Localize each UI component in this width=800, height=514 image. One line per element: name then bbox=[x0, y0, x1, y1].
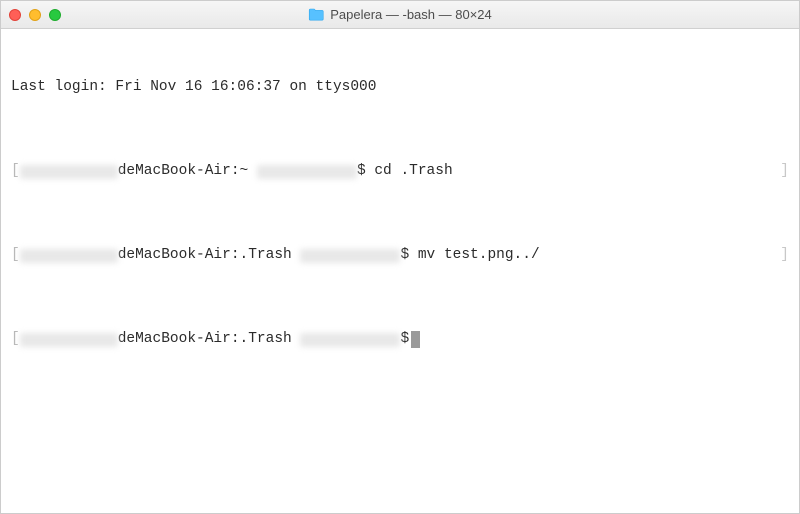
prompt-symbol: $ bbox=[357, 161, 366, 182]
redacted-username bbox=[20, 165, 118, 179]
open-bracket: [ bbox=[11, 161, 20, 182]
host-path: deMacBook-Air:.Trash bbox=[118, 245, 301, 266]
prompt-symbol: $ bbox=[400, 245, 409, 266]
close-window-button[interactable] bbox=[9, 9, 21, 21]
window-title: Papelera — -bash — 80×24 bbox=[308, 7, 492, 22]
window-title-bar: Papelera — -bash — 80×24 bbox=[1, 1, 799, 29]
last-login-text: Last login: Fri Nov 16 16:06:37 on ttys0… bbox=[11, 77, 376, 98]
redacted-username bbox=[300, 249, 400, 263]
traffic-lights bbox=[9, 9, 61, 21]
folder-icon bbox=[308, 8, 324, 21]
terminal-line: [ deMacBook-Air:.Trash $ mv test.png../ … bbox=[11, 245, 789, 266]
terminal-line: [ deMacBook-Air:~ $ cd .Trash ] bbox=[11, 161, 789, 182]
window-title-text: Papelera — -bash — 80×24 bbox=[330, 7, 492, 22]
terminal-cursor bbox=[411, 331, 420, 348]
host-path: deMacBook-Air:.Trash bbox=[118, 329, 301, 350]
open-bracket: [ bbox=[11, 245, 20, 266]
command-text: mv test.png../ bbox=[409, 245, 540, 266]
prompt-symbol: $ bbox=[400, 329, 409, 350]
maximize-window-button[interactable] bbox=[49, 9, 61, 21]
redacted-username bbox=[20, 333, 118, 347]
minimize-window-button[interactable] bbox=[29, 9, 41, 21]
command-text: cd .Trash bbox=[366, 161, 453, 182]
redacted-username bbox=[300, 333, 400, 347]
close-bracket: ] bbox=[780, 161, 789, 182]
host-path: deMacBook-Air:~ bbox=[118, 161, 257, 182]
last-login-line: Last login: Fri Nov 16 16:06:37 on ttys0… bbox=[11, 77, 789, 98]
close-bracket: ] bbox=[780, 245, 789, 266]
redacted-username bbox=[257, 165, 357, 179]
redacted-username bbox=[20, 249, 118, 263]
terminal-line: [ deMacBook-Air:.Trash $ bbox=[11, 329, 789, 350]
open-bracket: [ bbox=[11, 329, 20, 350]
terminal-content[interactable]: Last login: Fri Nov 16 16:06:37 on ttys0… bbox=[1, 29, 799, 377]
